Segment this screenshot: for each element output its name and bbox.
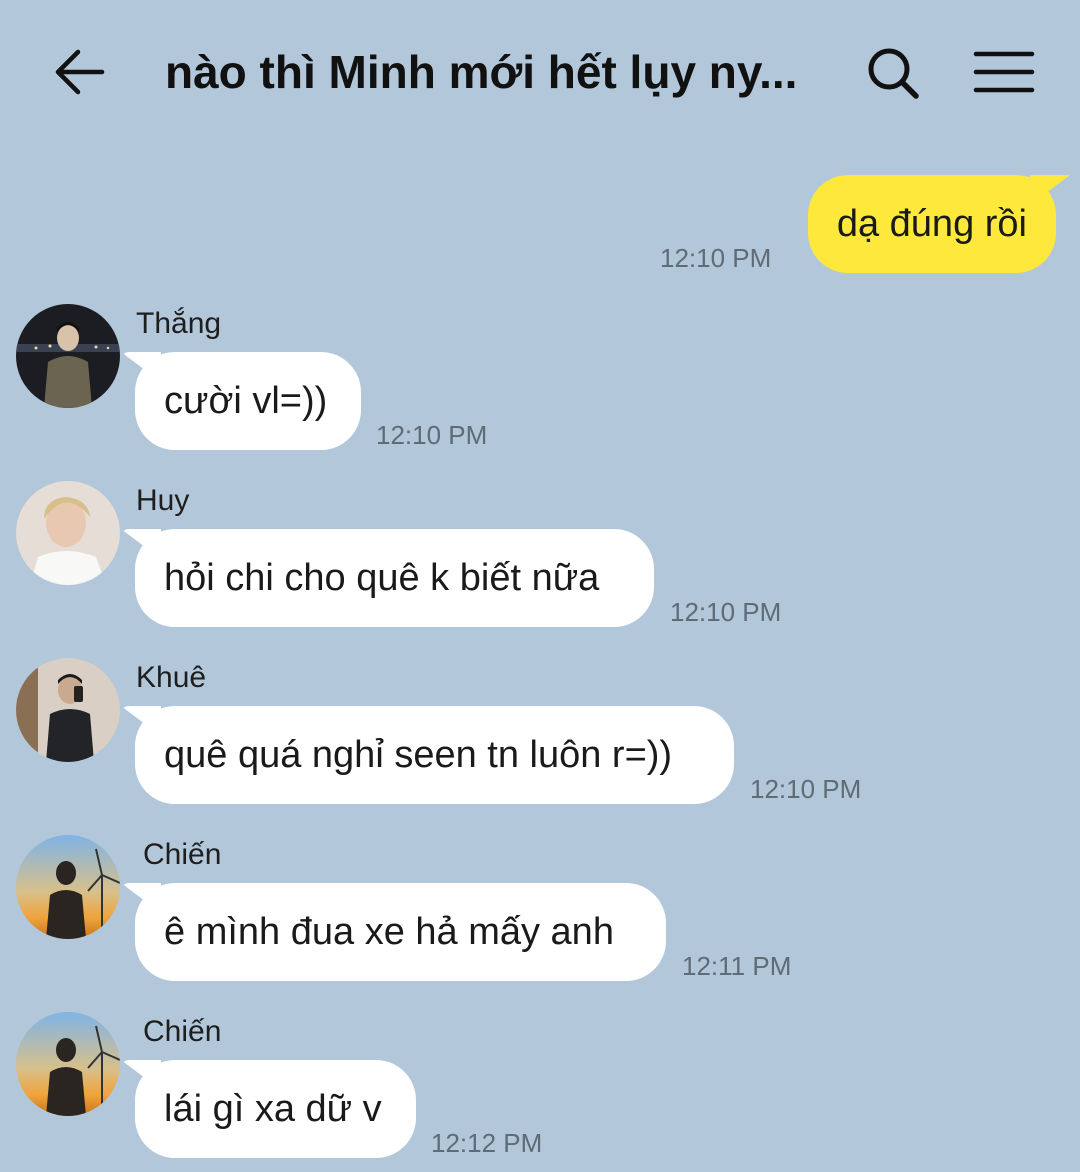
message-text: dạ đúng rồi: [836, 203, 1027, 245]
chat-title: nào thì Minh mới hết lụy ny...: [165, 46, 798, 98]
message-text: cười vl=)): [164, 380, 328, 422]
avatar-chien[interactable]: [16, 1012, 120, 1116]
message-bubble-incoming[interactable]: cười vl=)): [135, 352, 361, 450]
message-text: ê mình đua xe hả mấy anh: [164, 911, 614, 953]
message-bubble-incoming[interactable]: ê mình đua xe hả mấy anh: [135, 883, 666, 981]
message-timestamp: 12:12 PM: [431, 1128, 543, 1158]
avatar-photo-icon: [16, 835, 120, 939]
sender-name: Thắng: [136, 307, 222, 340]
message-timestamp: 12:10 PM: [670, 597, 782, 627]
message-timestamp: 12:10 PM: [376, 420, 488, 450]
message-bubble-outgoing[interactable]: dạ đúng rồi: [807, 175, 1056, 273]
avatar-thang[interactable]: [16, 304, 120, 408]
menu-button[interactable]: [970, 44, 1038, 100]
sender-name: Chiến: [143, 1015, 222, 1048]
avatar-chien[interactable]: [16, 835, 120, 939]
sender-name: Khuê: [136, 661, 207, 694]
hamburger-menu-icon: [973, 51, 1035, 93]
avatar-photo-icon: [16, 304, 120, 408]
avatar-huy[interactable]: [16, 481, 120, 585]
avatar-khue[interactable]: [16, 658, 120, 762]
message-timestamp: 12:10 PM: [660, 243, 772, 273]
arrow-left-icon: [55, 49, 105, 95]
sender-name: Chiến: [143, 838, 222, 871]
avatar-photo-icon: [16, 481, 120, 585]
message-text: hỏi chi cho quê k biết nữa: [164, 557, 600, 599]
search-button[interactable]: [862, 42, 926, 106]
message-timestamp: 12:10 PM: [750, 774, 862, 804]
message-bubble-incoming[interactable]: lái gì xa dữ v: [135, 1060, 416, 1158]
message-timestamp: 12:11 PM: [682, 951, 792, 981]
message-text: quê quá nghỉ seen tn luôn r=)): [164, 734, 673, 776]
back-button[interactable]: [50, 44, 110, 100]
message-bubble-incoming[interactable]: quê quá nghỉ seen tn luôn r=)): [135, 706, 734, 804]
avatar-photo-icon: [16, 1012, 120, 1116]
search-icon: [868, 48, 919, 99]
chat-header: nào thì Minh mới hết lụy ny...: [0, 0, 1080, 140]
message-bubble-incoming[interactable]: hỏi chi cho quê k biết nữa: [135, 529, 654, 627]
avatar-photo-icon: [16, 658, 120, 762]
sender-name: Huy: [136, 484, 190, 517]
message-text: lái gì xa dữ v: [164, 1088, 382, 1130]
